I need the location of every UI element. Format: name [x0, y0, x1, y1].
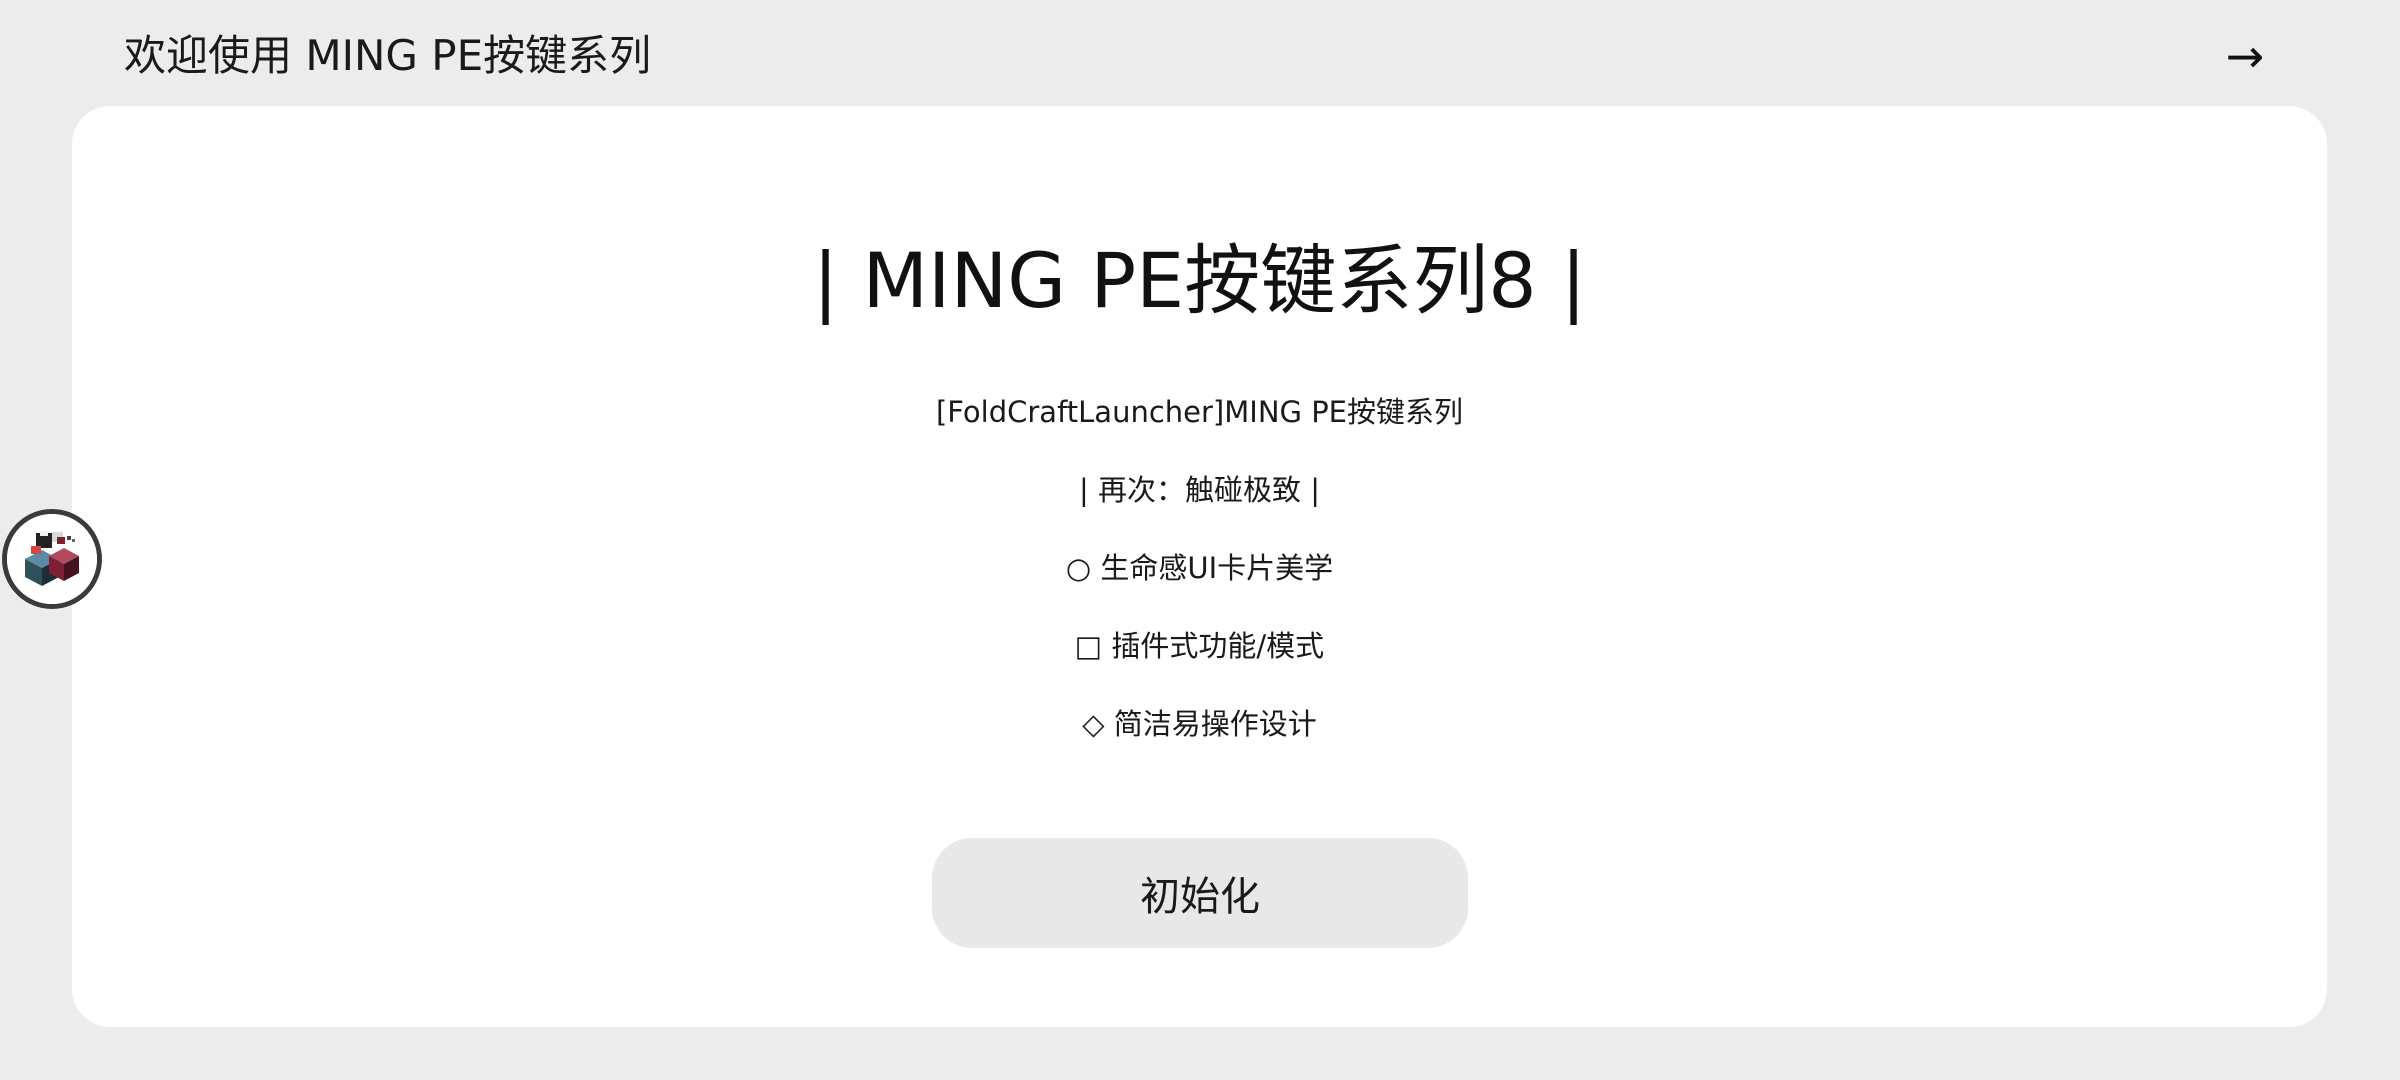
- feature-plugin-line: □ 插件式功能/模式: [1074, 629, 1325, 663]
- feature-simple-line: ◇ 简洁易操作设计: [1082, 707, 1317, 741]
- welcome-title: 欢迎使用 MING PE按键系列: [124, 31, 652, 80]
- launcher-line: [FoldCraftLauncher]MING PE按键系列: [935, 395, 1464, 429]
- series-title: | MING PE按键系列8 |: [812, 236, 1587, 325]
- floating-avatar-icon[interactable]: [2, 509, 102, 609]
- feature-ui-line: ○ 生命感UI卡片美学: [1065, 551, 1334, 585]
- intro-card: | MING PE按键系列8 | [FoldCraftLauncher]MING…: [72, 106, 2327, 1027]
- initialize-button[interactable]: 初始化: [932, 838, 1468, 948]
- block-avatar-icon: [7, 514, 97, 604]
- slogan-line: | 再次：触碰极致 |: [1079, 473, 1320, 507]
- arrow-right-icon[interactable]: →: [2200, 22, 2290, 90]
